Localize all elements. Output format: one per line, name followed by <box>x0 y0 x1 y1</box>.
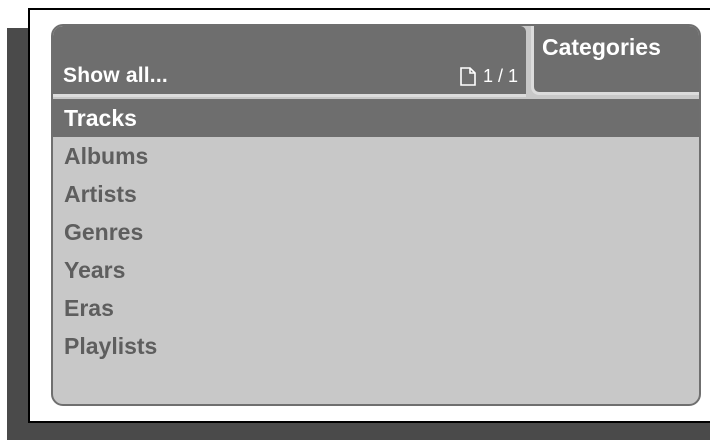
categories-tab[interactable]: Categories <box>531 26 699 95</box>
list-item-genres[interactable]: Genres <box>53 213 699 251</box>
list-item-artists[interactable]: Artists <box>53 175 699 213</box>
list-item-playlists[interactable]: Playlists <box>53 327 699 365</box>
list-item-tracks[interactable]: Tracks <box>53 99 699 137</box>
list-item-albums[interactable]: Albums <box>53 137 699 175</box>
page-indicator: 1 / 1 <box>459 66 518 87</box>
categories-label: Categories <box>542 34 661 60</box>
screen: Show all... 1 / 1 Categories Tracks Albu… <box>0 0 710 440</box>
category-panel: Show all... 1 / 1 Categories Tracks Albu… <box>51 24 701 406</box>
list-item-eras[interactable]: Eras <box>53 289 699 327</box>
page-indicator-text: 1 / 1 <box>482 66 518 86</box>
show-all-button[interactable]: Show all... <box>63 64 168 88</box>
category-list: Tracks Albums Artists Genres Years Eras … <box>53 99 699 365</box>
document-icon <box>460 67 476 86</box>
list-item-years[interactable]: Years <box>53 251 699 289</box>
show-all-header[interactable]: Show all... 1 / 1 <box>53 26 526 97</box>
